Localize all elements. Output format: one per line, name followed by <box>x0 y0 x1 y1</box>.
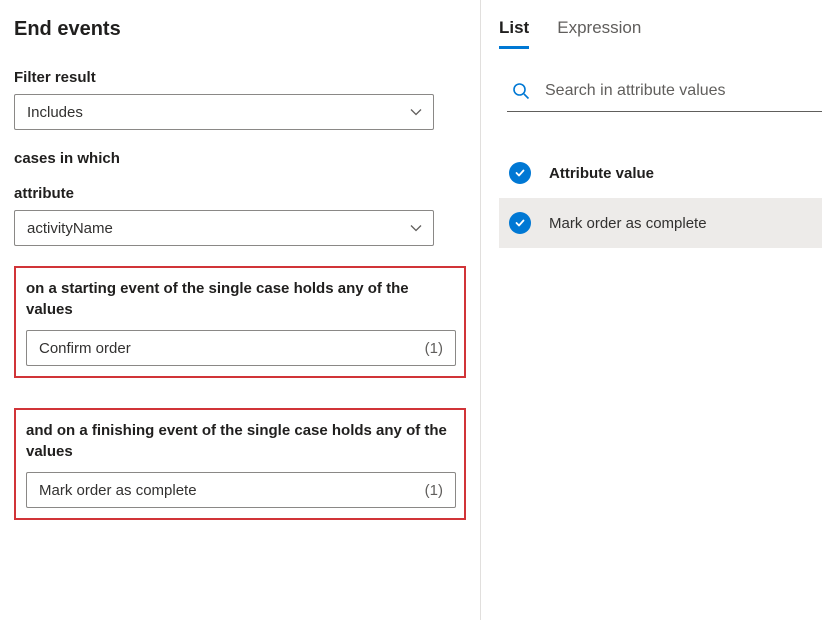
tabs: List Expression <box>499 18 822 49</box>
chevron-down-icon <box>409 221 423 235</box>
starting-event-value: Confirm order <box>39 340 131 357</box>
finishing-event-input[interactable]: Mark order as complete (1) <box>26 472 456 508</box>
chevron-down-icon <box>409 105 423 119</box>
tab-list[interactable]: List <box>499 18 529 49</box>
finishing-event-label: and on a finishing event of the single c… <box>26 420 456 462</box>
finishing-event-value: Mark order as complete <box>39 482 197 499</box>
starting-event-input[interactable]: Confirm order (1) <box>26 330 456 366</box>
check-icon <box>509 162 531 184</box>
filter-result-label: Filter result <box>14 69 466 86</box>
attribute-field: attribute activityName <box>14 185 466 246</box>
attribute-label: attribute <box>14 185 466 202</box>
filter-result-dropdown[interactable]: Includes <box>14 94 434 130</box>
left-filter-panel: End events Filter result Includes cases … <box>0 0 480 620</box>
page-title: End events <box>14 18 466 41</box>
finishing-event-count: (1) <box>425 482 443 499</box>
attribute-value-item[interactable]: Mark order as complete <box>499 198 822 248</box>
finishing-event-box: and on a finishing event of the single c… <box>14 408 466 520</box>
right-values-panel: List Expression Attribute value Mark ord… <box>480 0 834 620</box>
attribute-dropdown[interactable]: activityName <box>14 210 434 246</box>
starting-event-box: on a starting event of the single case h… <box>14 266 466 378</box>
search-row <box>507 73 822 112</box>
attribute-value-text: Mark order as complete <box>549 215 707 232</box>
attribute-value: activityName <box>27 220 113 237</box>
search-icon <box>511 81 531 101</box>
tab-expression[interactable]: Expression <box>557 18 641 49</box>
cases-in-which-text: cases in which <box>14 150 466 167</box>
starting-event-count: (1) <box>425 340 443 357</box>
starting-event-label: on a starting event of the single case h… <box>26 278 456 320</box>
check-icon <box>509 212 531 234</box>
filter-result-value: Includes <box>27 104 83 121</box>
filter-result-field: Filter result Includes <box>14 69 466 130</box>
attribute-value-header-row[interactable]: Attribute value <box>499 148 822 198</box>
search-input[interactable] <box>545 82 818 100</box>
attribute-value-header: Attribute value <box>549 165 654 182</box>
